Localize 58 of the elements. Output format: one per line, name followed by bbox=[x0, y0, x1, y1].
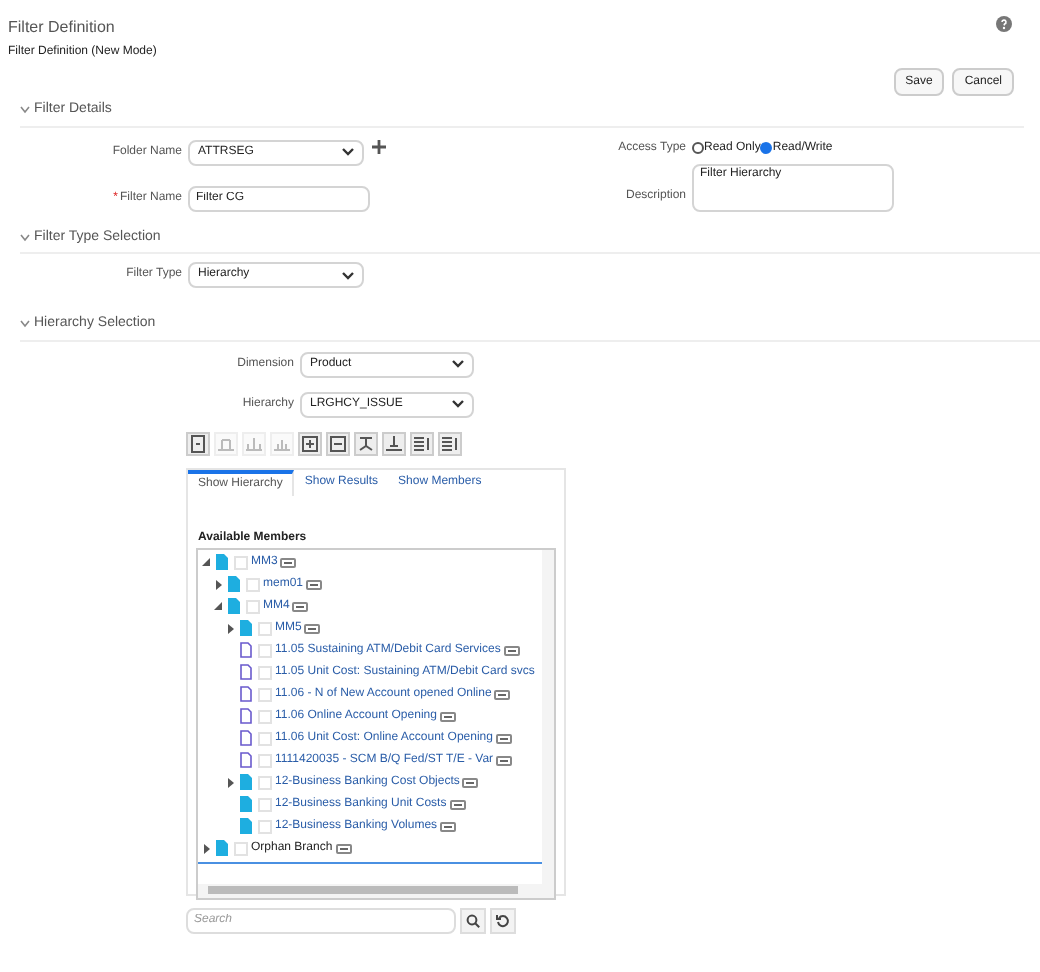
more-icon[interactable] bbox=[503, 645, 520, 655]
checkbox[interactable] bbox=[258, 709, 272, 723]
toolbar-icon[interactable] bbox=[438, 431, 462, 455]
page-title: Filter Definition bbox=[8, 16, 115, 40]
toolbar-icon[interactable] bbox=[186, 431, 210, 455]
more-icon[interactable] bbox=[462, 777, 479, 787]
chevron-down-icon bbox=[452, 400, 464, 408]
more-icon[interactable] bbox=[440, 821, 457, 831]
collapse-chevron-icon[interactable] bbox=[20, 106, 30, 115]
checkbox[interactable] bbox=[258, 643, 272, 657]
collapse-chevron-icon[interactable] bbox=[20, 233, 30, 242]
help-icon[interactable] bbox=[996, 16, 1012, 32]
checkbox[interactable] bbox=[258, 797, 272, 811]
toolbar-icon[interactable] bbox=[354, 431, 378, 455]
collapsed-triangle-icon[interactable] bbox=[227, 623, 233, 633]
toolbar-icon[interactable] bbox=[382, 431, 406, 455]
radio-button[interactable] bbox=[692, 142, 704, 154]
chevron-down-icon bbox=[452, 360, 464, 368]
checkbox[interactable] bbox=[258, 753, 272, 767]
add-icon[interactable] bbox=[372, 139, 386, 153]
more-icon[interactable] bbox=[306, 579, 323, 589]
more-icon[interactable] bbox=[496, 755, 513, 765]
checkbox[interactable] bbox=[258, 687, 272, 701]
more-icon[interactable] bbox=[449, 799, 466, 809]
collapse-chevron-icon[interactable] bbox=[20, 320, 30, 329]
collapsed-triangle-icon[interactable] bbox=[203, 843, 209, 853]
checkbox[interactable] bbox=[258, 731, 272, 745]
more-icon[interactable] bbox=[280, 557, 297, 567]
checkbox[interactable] bbox=[258, 621, 272, 635]
chevron-down-icon bbox=[342, 271, 354, 279]
vertical-scrollbar[interactable] bbox=[542, 549, 554, 883]
toolbar-icon[interactable] bbox=[410, 431, 434, 455]
checkbox[interactable] bbox=[234, 555, 248, 569]
more-icon[interactable] bbox=[439, 711, 456, 721]
checkbox[interactable] bbox=[258, 775, 272, 789]
collapsed-triangle-icon[interactable] bbox=[215, 579, 221, 589]
reset-icon bbox=[496, 913, 510, 927]
search-button[interactable] bbox=[460, 907, 486, 933]
more-icon[interactable] bbox=[292, 601, 309, 611]
radio-button[interactable] bbox=[760, 142, 773, 154]
checkbox[interactable] bbox=[258, 665, 272, 679]
expanded-triangle-icon[interactable] bbox=[214, 602, 222, 610]
toolbar-icon[interactable] bbox=[298, 431, 322, 455]
collapsed-triangle-icon[interactable] bbox=[227, 777, 233, 787]
toolbar-icon[interactable] bbox=[326, 431, 350, 455]
more-icon[interactable] bbox=[494, 689, 511, 699]
more-icon[interactable] bbox=[304, 623, 321, 633]
checkbox[interactable] bbox=[258, 819, 272, 833]
horizontal-scrollbar[interactable] bbox=[198, 883, 554, 897]
expanded-triangle-icon[interactable] bbox=[202, 558, 210, 566]
more-icon[interactable] bbox=[335, 843, 352, 853]
checkbox[interactable] bbox=[246, 577, 260, 591]
search-icon bbox=[466, 913, 480, 927]
checkbox[interactable] bbox=[246, 599, 260, 613]
checkbox[interactable] bbox=[234, 841, 248, 855]
chevron-down-icon bbox=[342, 148, 354, 156]
reset-button[interactable] bbox=[490, 907, 516, 933]
more-icon[interactable] bbox=[495, 733, 512, 743]
